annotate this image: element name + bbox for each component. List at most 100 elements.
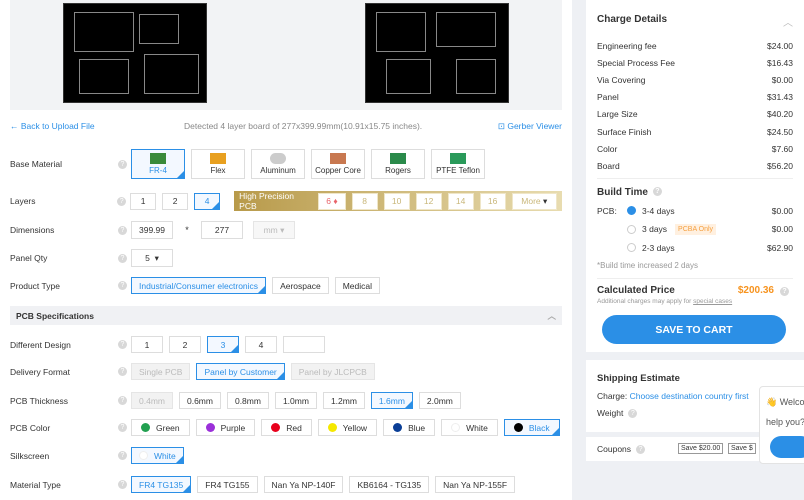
- pcb-specifications-header[interactable]: PCB Specifications ︿: [10, 306, 562, 325]
- material-ptfe[interactable]: PTFE Teflon: [431, 149, 485, 179]
- charge-amount: $31.43: [767, 92, 793, 103]
- thickness-1-2[interactable]: 1.2mm: [322, 392, 365, 409]
- material-rogers[interactable]: Rogers: [371, 149, 425, 179]
- chat-button[interactable]: [770, 436, 804, 458]
- height-input[interactable]: 277: [201, 221, 243, 239]
- design-1[interactable]: 1: [131, 336, 163, 353]
- help-icon[interactable]: ?: [118, 396, 127, 405]
- ptype-aerospace[interactable]: Aerospace: [272, 277, 329, 294]
- gerber-viewer-link[interactable]: ⊡ Gerber Viewer: [498, 121, 562, 132]
- pcba-only-badge: PCBA Only: [675, 223, 717, 235]
- back-to-upload-link[interactable]: ← Back to Upload File: [10, 121, 95, 131]
- radio-3-days[interactable]: [627, 224, 636, 234]
- more-layers-dropdown[interactable]: More ▾: [511, 192, 558, 210]
- color-label: Purple: [220, 422, 246, 433]
- thickness-0-6[interactable]: 0.6mm: [178, 392, 221, 409]
- chevron-up-icon[interactable]: ︿: [547, 310, 556, 322]
- delivery-single[interactable]: Single PCB: [131, 363, 191, 380]
- thickness-2-0[interactable]: 2.0mm: [418, 392, 461, 409]
- help-icon[interactable]: ?: [118, 423, 127, 432]
- material-flex[interactable]: Flex: [191, 149, 245, 179]
- color-swatch: [513, 423, 523, 432]
- thickness-0-8[interactable]: 0.8mm: [226, 392, 269, 409]
- unit-select[interactable]: mm ▾: [253, 221, 295, 239]
- material-aluminum[interactable]: Aluminum: [251, 149, 305, 179]
- design-4[interactable]: 4: [245, 336, 277, 353]
- aluminum-image: [270, 153, 286, 164]
- layer-14[interactable]: 14: [447, 192, 474, 210]
- width-input[interactable]: 399.99: [131, 221, 173, 239]
- color-swatch: [393, 423, 403, 432]
- help-icon[interactable]: ?: [628, 408, 638, 418]
- radio-2-3-days[interactable]: [627, 243, 636, 253]
- help-icon[interactable]: ?: [652, 186, 662, 196]
- mtype-fr4-tg155[interactable]: FR4 TG155: [197, 476, 258, 493]
- color-black[interactable]: Black: [503, 419, 560, 436]
- material-copper-core[interactable]: Copper Core: [311, 149, 365, 179]
- design-3[interactable]: 3: [207, 336, 239, 353]
- chat-popup[interactable]: 👋 Welco help you?: [759, 386, 804, 464]
- color-swatch: [271, 423, 281, 432]
- layers-label: Layers: [10, 196, 36, 206]
- layer-16[interactable]: 16: [479, 192, 506, 210]
- help-icon[interactable]: ?: [118, 451, 127, 460]
- choose-country-link[interactable]: Choose destination country first: [630, 391, 749, 401]
- panel-qty-select[interactable]: 5 ▾: [131, 249, 173, 267]
- mtype-np155f[interactable]: Nan Ya NP-155F: [435, 476, 516, 493]
- design-custom-input[interactable]: [283, 336, 325, 353]
- help-icon[interactable]: ?: [636, 444, 646, 454]
- chevron-up-icon[interactable]: ︿: [783, 14, 793, 29]
- mtype-fr4-tg135[interactable]: FR4 TG135: [131, 476, 192, 493]
- thickness-1-6[interactable]: 1.6mm: [370, 392, 413, 409]
- help-icon[interactable]: ?: [780, 287, 789, 296]
- color-yellow[interactable]: Yellow: [317, 419, 378, 436]
- color-green[interactable]: Green: [131, 419, 190, 436]
- delivery-panel-customer[interactable]: Panel by Customer: [196, 363, 285, 380]
- ptype-industrial[interactable]: Industrial/Consumer electronics: [131, 277, 267, 294]
- layer-6[interactable]: 6 ♦: [318, 192, 346, 210]
- layer-10[interactable]: 10: [383, 192, 410, 210]
- design-2[interactable]: 2: [169, 336, 201, 353]
- layer-2[interactable]: 2: [162, 192, 189, 210]
- material-fr4[interactable]: FR-4: [131, 149, 185, 179]
- delivery-format-label: Delivery Format: [10, 366, 70, 377]
- coupon-2[interactable]: Save $: [728, 443, 756, 454]
- special-cases-link[interactable]: special cases: [693, 298, 732, 305]
- charge-row: Surface Finish $24.50: [597, 123, 793, 140]
- charge-amount: $7.60: [771, 143, 793, 154]
- help-icon[interactable]: ?: [118, 281, 127, 290]
- layer-4[interactable]: 4: [194, 192, 221, 210]
- layer-1[interactable]: 1: [130, 192, 157, 210]
- help-icon[interactable]: ?: [118, 340, 127, 349]
- thickness-0-4[interactable]: 0.4mm: [131, 392, 173, 409]
- charge-details-title: Charge Details: [597, 14, 668, 25]
- rogers-image: [390, 153, 406, 164]
- save-to-cart-button[interactable]: SAVE TO CART: [602, 315, 786, 344]
- help-icon[interactable]: ?: [118, 225, 127, 235]
- color-label: White: [466, 422, 488, 433]
- color-white[interactable]: White: [441, 419, 498, 436]
- charge-row: Large Size $40.20: [597, 106, 793, 123]
- mtype-np140f[interactable]: Nan Ya NP-140F: [263, 476, 344, 493]
- radio-3-4-days[interactable]: [627, 206, 636, 216]
- help-icon[interactable]: ?: [117, 196, 127, 206]
- color-purple[interactable]: Purple: [195, 419, 256, 436]
- help-icon[interactable]: ?: [118, 159, 127, 169]
- color-blue[interactable]: Blue: [383, 419, 436, 436]
- help-icon[interactable]: ?: [118, 253, 127, 263]
- delivery-panel-jlcpcb[interactable]: Panel by JLCPCB: [290, 363, 375, 380]
- color-red[interactable]: Red: [261, 419, 312, 436]
- help-icon[interactable]: ?: [118, 367, 127, 376]
- color-label: Blue: [408, 422, 426, 433]
- pcb-color-label: PCB Color: [10, 422, 51, 433]
- coupon-20[interactable]: Save $20.00: [678, 443, 724, 454]
- layer-8[interactable]: 8: [351, 192, 378, 210]
- help-icon[interactable]: ?: [118, 480, 127, 489]
- silkscreen-white[interactable]: White: [131, 447, 184, 464]
- layer-12[interactable]: 12: [415, 192, 442, 210]
- ptype-medical[interactable]: Medical: [334, 277, 380, 294]
- thickness-1-0[interactable]: 1.0mm: [274, 392, 317, 409]
- charge-row: Board $56.20: [597, 157, 793, 174]
- price-note: Additional charges may apply for: [597, 298, 694, 305]
- mtype-kb6164[interactable]: KB6164 - TG135: [349, 476, 430, 493]
